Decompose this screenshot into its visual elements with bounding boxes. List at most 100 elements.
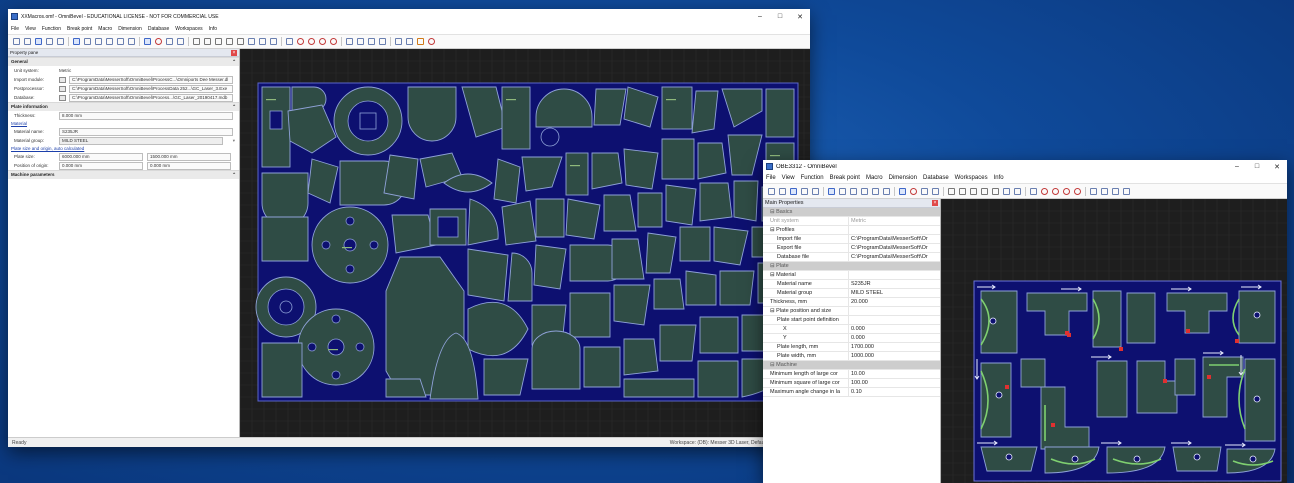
select-pointer-icon[interactable] <box>828 187 835 195</box>
minimize-icon[interactable]: – <box>1227 163 1247 171</box>
new-file-icon[interactable] <box>13 38 20 45</box>
align-icon[interactable] <box>1003 187 1010 195</box>
zoom-refresh-icon[interactable] <box>872 187 879 195</box>
origin-x-field[interactable]: 0.000 mm <box>59 161 143 170</box>
dimension-icon[interactable] <box>395 38 402 45</box>
save-as-icon[interactable] <box>801 187 808 195</box>
part-14[interactable] <box>765 88 795 138</box>
bevel-e-icon[interactable] <box>1074 187 1081 195</box>
part-label[interactable] <box>342 247 352 249</box>
menu-view[interactable]: View <box>22 26 39 32</box>
crosshair-icon[interactable] <box>193 38 200 45</box>
prop-label-profiles[interactable]: ⊟ Profiles <box>763 226 849 235</box>
browse-database-button[interactable] <box>59 94 66 101</box>
prop-label-machine[interactable]: ⊟ Machine <box>763 361 849 370</box>
part-48[interactable] <box>533 244 567 290</box>
part-71[interactable] <box>659 324 697 362</box>
save-icon[interactable] <box>35 38 42 45</box>
menu-break-point[interactable]: Break point <box>64 26 95 32</box>
part-label[interactable] <box>328 349 338 351</box>
bevel-d-icon[interactable] <box>319 38 326 45</box>
bevel-drawing[interactable] <box>941 199 1287 483</box>
part-65[interactable] <box>385 378 427 398</box>
save-as-icon[interactable] <box>46 38 53 45</box>
part-72[interactable] <box>699 316 739 354</box>
part-35[interactable] <box>501 200 537 246</box>
menu-file[interactable]: File <box>763 175 779 181</box>
part-label[interactable] <box>266 99 276 101</box>
zoom-fit-icon[interactable] <box>128 38 135 45</box>
part-62[interactable] <box>685 270 717 306</box>
part-label[interactable] <box>666 99 676 101</box>
menu-function[interactable]: Function <box>39 26 64 32</box>
database-field[interactable]: C:\ProgramData\MesserSoft\OmniBevel\Proc… <box>69 93 233 102</box>
bevel-e-icon[interactable] <box>330 38 337 45</box>
prop-label-material[interactable]: ⊟ Material <box>763 271 849 280</box>
material-group-select[interactable]: MILD STEEL <box>59 136 223 145</box>
part-37[interactable] <box>565 198 601 240</box>
part-42[interactable] <box>733 180 759 222</box>
close-icon[interactable]: ✕ <box>1267 163 1287 171</box>
part-7[interactable] <box>501 86 531 150</box>
mirror-icon[interactable] <box>226 38 233 45</box>
zoom-window-icon[interactable] <box>106 38 113 45</box>
hand-pan-icon[interactable] <box>177 38 184 45</box>
part-b8[interactable] <box>1020 358 1046 388</box>
part-63[interactable] <box>719 270 755 306</box>
part-67[interactable] <box>483 358 529 396</box>
part-view-icon[interactable] <box>155 38 162 45</box>
circle-tool-icon[interactable] <box>237 38 244 45</box>
measure-icon[interactable] <box>270 38 277 45</box>
browse-import-button[interactable] <box>59 76 66 83</box>
macro-run-icon[interactable] <box>1112 187 1119 195</box>
open-folder-icon[interactable] <box>779 187 786 195</box>
grid-icon[interactable] <box>899 187 906 195</box>
part-59[interactable] <box>569 292 611 338</box>
macro-run-icon[interactable] <box>368 38 375 45</box>
redo-icon[interactable] <box>1101 187 1108 195</box>
part-24[interactable] <box>591 152 623 190</box>
menu-dimension[interactable]: Dimension <box>115 26 145 32</box>
collapse-icon[interactable]: ⌃ <box>232 58 236 66</box>
break-point-icon[interactable] <box>215 38 222 45</box>
zoom-in-icon[interactable] <box>84 38 91 45</box>
material-link[interactable]: Material <box>8 120 239 127</box>
menu-database[interactable]: Database <box>145 26 172 32</box>
bevel-b-icon[interactable] <box>1041 187 1048 195</box>
prop-value-database-file[interactable]: C:\ProgramData\MesserSoft\Or <box>849 253 940 262</box>
postprocessor-field[interactable]: C:\ProgramData\MesserSoft\OmniBevel\Proc… <box>69 84 233 93</box>
menu-workspaces[interactable]: Workspaces <box>172 26 205 32</box>
part-b1[interactable] <box>980 290 1018 354</box>
part-b7[interactable] <box>980 362 1012 438</box>
macro-edit-icon[interactable] <box>1123 187 1130 195</box>
collapse-icon[interactable]: ⌃ <box>232 103 236 111</box>
part-40[interactable] <box>665 184 697 226</box>
menu-function[interactable]: Function <box>798 175 827 181</box>
undo-icon[interactable] <box>1090 187 1097 195</box>
menu-database[interactable]: Database <box>920 175 952 181</box>
prop-value-export-file[interactable]: C:\ProgramData\MesserSoft\Or <box>849 244 940 253</box>
part-18[interactable] <box>383 154 419 200</box>
close-icon[interactable]: ✕ <box>790 13 810 21</box>
nesting-drawing[interactable] <box>240 49 810 438</box>
bevel-b-icon[interactable] <box>297 38 304 45</box>
prop-value-y[interactable]: 0.000 <box>849 334 940 343</box>
part-68[interactable] <box>531 330 581 390</box>
prop-label-plate[interactable]: ⊟ Plate <box>763 262 849 271</box>
bevel-c-icon[interactable] <box>308 38 315 45</box>
crosshair-icon[interactable] <box>948 187 955 195</box>
redo-icon[interactable] <box>357 38 364 45</box>
text-icon[interactable] <box>921 187 928 195</box>
prop-label-basics[interactable]: ⊟ Basics <box>763 208 849 217</box>
prop-value-minimum-square-of-large-cor[interactable]: 100.00 <box>849 379 940 388</box>
chevron-down-icon[interactable]: ▾ <box>233 138 239 144</box>
part-12[interactable] <box>691 90 719 134</box>
menu-dimension[interactable]: Dimension <box>886 175 920 181</box>
stop-icon[interactable] <box>428 38 435 45</box>
menu-info[interactable]: Info <box>206 26 220 32</box>
zoom-in-icon[interactable] <box>839 187 846 195</box>
part-b10[interactable] <box>1096 360 1128 418</box>
new-file-icon[interactable] <box>768 187 775 195</box>
prop-value-unit-system[interactable]: Metric <box>849 217 940 226</box>
prop-value-plate-start-point-definition[interactable] <box>849 316 940 325</box>
